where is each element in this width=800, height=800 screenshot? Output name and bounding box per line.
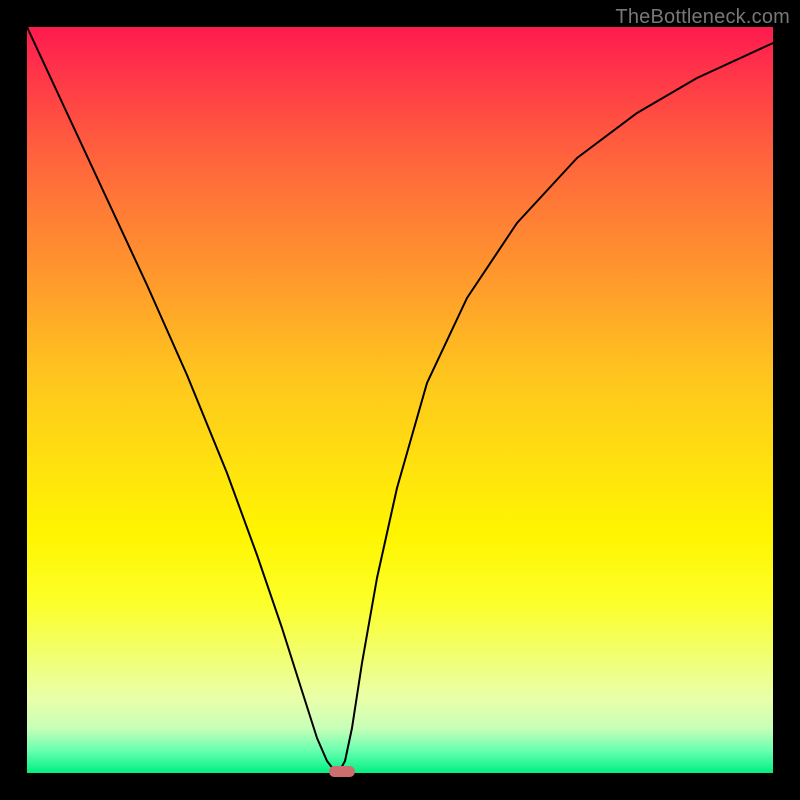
watermark-text: TheBottleneck.com — [615, 6, 790, 29]
chart-frame: TheBottleneck.com — [0, 0, 800, 800]
curve-path — [27, 27, 773, 770]
plot-area — [27, 27, 773, 773]
bottleneck-curve — [27, 27, 773, 773]
optimum-marker — [329, 766, 355, 777]
